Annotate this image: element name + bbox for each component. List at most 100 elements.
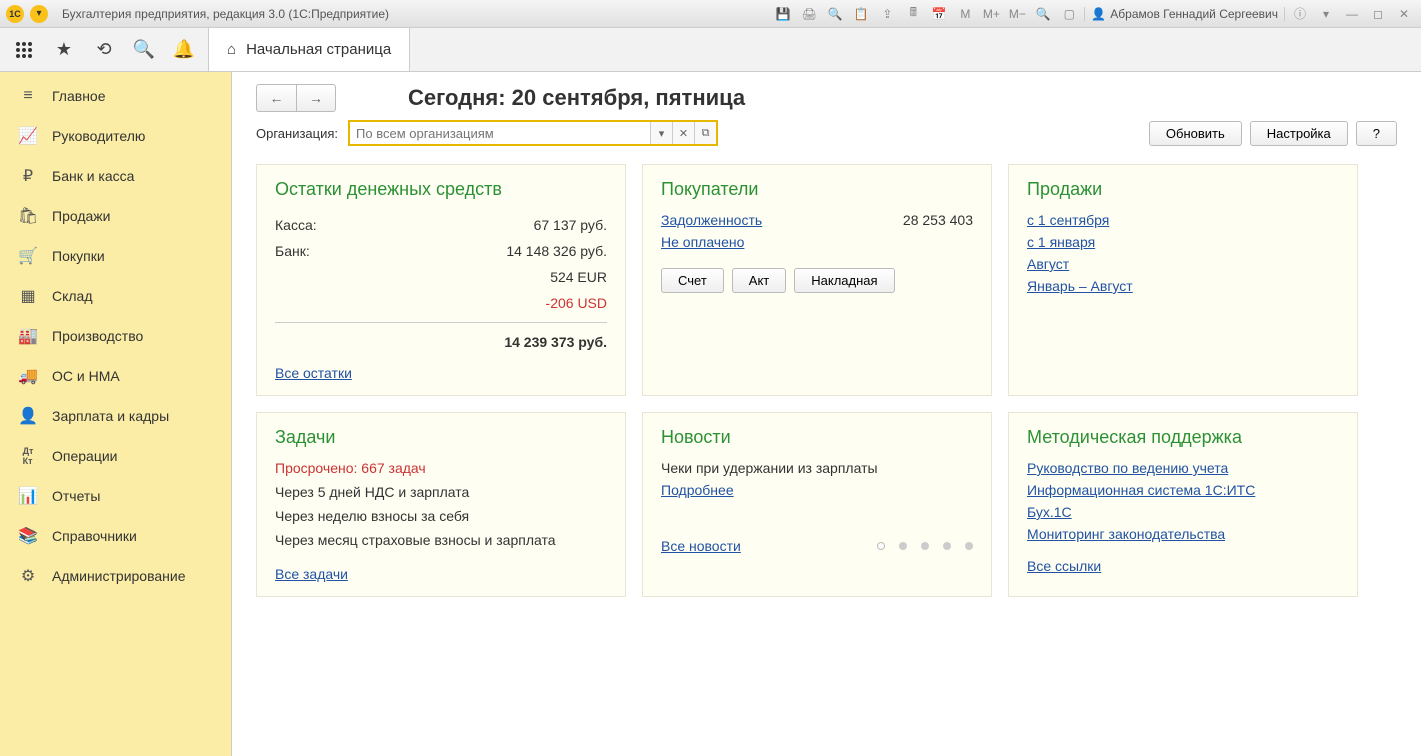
org-input[interactable]: [350, 122, 650, 144]
sidebar-item-warehouse[interactable]: ▦Склад: [0, 276, 231, 316]
user-name: Абрамов Геннадий Сергеевич: [1110, 7, 1278, 21]
divider: [275, 322, 607, 323]
info-icon[interactable]: ⓘ: [1289, 4, 1311, 24]
pager-dot[interactable]: [943, 542, 951, 550]
card-buyers: Покупатели Задолженность 28 253 403 Не о…: [642, 164, 992, 396]
all-support-link[interactable]: Все ссылки: [1027, 558, 1101, 574]
org-dropdown-button[interactable]: ▾: [650, 122, 672, 144]
minimize-icon[interactable]: —: [1341, 4, 1363, 24]
card-money: Остатки денежных средств Касса:67 137 ру…: [256, 164, 626, 396]
sidebar-item-label: Главное: [52, 88, 106, 104]
m-plus-icon[interactable]: M+: [980, 4, 1002, 24]
nav-forward-button[interactable]: →: [296, 84, 336, 112]
print-icon[interactable]: 🖨: [798, 4, 820, 24]
card-title: Новости: [661, 427, 973, 448]
apps-icon[interactable]: [12, 38, 36, 62]
menu-icon: ≡: [18, 86, 38, 106]
sidebar-item-catalogs[interactable]: 📚Справочники: [0, 516, 231, 556]
sidebar-item-reports[interactable]: 📊Отчеты: [0, 476, 231, 516]
tab-home[interactable]: ⌂ Начальная страница: [209, 28, 410, 71]
sales-link[interactable]: Август: [1027, 256, 1339, 272]
chart-up-icon: 📈: [18, 126, 38, 146]
sidebar-item-salary[interactable]: 👤Зарплата и кадры: [0, 396, 231, 436]
m-minus-icon[interactable]: M−: [1006, 4, 1028, 24]
org-open-button[interactable]: ⧉: [694, 122, 716, 144]
pager-dot[interactable]: [965, 542, 973, 550]
pager-dot[interactable]: [899, 542, 907, 550]
sidebar-item-assets[interactable]: 🚚ОС и НМА: [0, 356, 231, 396]
all-tasks-link[interactable]: Все задачи: [275, 566, 348, 582]
support-link[interactable]: Бух.1С: [1027, 504, 1339, 520]
pager-dot[interactable]: [877, 542, 885, 550]
unpaid-link[interactable]: Не оплачено: [661, 234, 744, 250]
invoice-button[interactable]: Счет: [661, 268, 724, 293]
history-icon[interactable]: ⟲: [92, 38, 116, 62]
cart-icon: 🛒: [18, 246, 38, 266]
notifications-icon[interactable]: 🔔: [172, 38, 196, 62]
sidebar: ≡ Главное 📈Руководителю ₽Банк и касса 🛍Пр…: [0, 72, 232, 756]
main-toolbar: ★ ⟲ 🔍 🔔 ⌂ Начальная страница: [0, 28, 1421, 72]
favorites-icon[interactable]: ★: [52, 38, 76, 62]
sidebar-item-purchases[interactable]: 🛒Покупки: [0, 236, 231, 276]
close-icon[interactable]: ✕: [1393, 4, 1415, 24]
preview-icon[interactable]: 🔍: [824, 4, 846, 24]
bank-value-1: 14 148 326 руб.: [506, 243, 607, 259]
sidebar-item-label: Продажи: [52, 208, 110, 224]
industry-icon: 🏭: [18, 326, 38, 346]
sales-link[interactable]: с 1 сентября: [1027, 212, 1339, 228]
card-title: Остатки денежных средств: [275, 179, 607, 200]
card-title: Задачи: [275, 427, 607, 448]
act-button[interactable]: Акт: [732, 268, 786, 293]
maximize-icon[interactable]: ◻: [1367, 4, 1389, 24]
nav-back-button[interactable]: ←: [256, 84, 296, 112]
all-balances-link[interactable]: Все остатки: [275, 365, 352, 381]
bars-icon: 📊: [18, 486, 38, 506]
tasks-late: Просрочено: 667 задач: [275, 460, 607, 476]
sales-link[interactable]: с 1 января: [1027, 234, 1339, 250]
more-icon[interactable]: ▾: [1315, 4, 1337, 24]
support-link[interactable]: Руководство по ведению учета: [1027, 460, 1339, 476]
calculator-icon[interactable]: 🖩: [902, 4, 924, 24]
all-news-link[interactable]: Все новости: [661, 538, 741, 554]
money-total: 14 239 373 руб.: [504, 334, 607, 350]
m-icon[interactable]: M: [954, 4, 976, 24]
refresh-button[interactable]: Обновить: [1149, 121, 1242, 146]
sidebar-item-sales[interactable]: 🛍Продажи: [0, 196, 231, 236]
debt-link[interactable]: Задолженность: [661, 212, 762, 228]
pager-dot[interactable]: [921, 542, 929, 550]
windows-icon[interactable]: ▢: [1058, 4, 1080, 24]
news-more-link[interactable]: Подробнее: [661, 482, 973, 498]
org-clear-button[interactable]: ✕: [672, 122, 694, 144]
truck-icon: 🚚: [18, 366, 38, 386]
support-link[interactable]: Информационная система 1С:ИТС: [1027, 482, 1339, 498]
clipboard-icon[interactable]: 📋: [850, 4, 872, 24]
task-line: Через неделю взносы за себя: [275, 508, 607, 524]
home-icon: ⌂: [227, 41, 236, 58]
search-icon[interactable]: 🔍: [132, 38, 156, 62]
boxes-icon: ▦: [18, 286, 38, 306]
user-menu[interactable]: 👤 Абрамов Геннадий Сергеевич: [1084, 7, 1285, 21]
card-title: Покупатели: [661, 179, 973, 200]
sidebar-item-main[interactable]: ≡ Главное: [0, 76, 231, 116]
sidebar-item-bank[interactable]: ₽Банк и касса: [0, 156, 231, 196]
task-line: Через месяц страховые взносы и зарплата: [275, 532, 607, 548]
export-icon[interactable]: ⇪: [876, 4, 898, 24]
sidebar-item-production[interactable]: 🏭Производство: [0, 316, 231, 356]
news-pager: [877, 542, 973, 550]
settings-button[interactable]: Настройка: [1250, 121, 1348, 146]
sales-link[interactable]: Январь – Август: [1027, 278, 1339, 294]
waybill-button[interactable]: Накладная: [794, 268, 894, 293]
zoom-icon[interactable]: 🔍: [1032, 4, 1054, 24]
sidebar-item-manager[interactable]: 📈Руководителю: [0, 116, 231, 156]
card-title: Методическая поддержка: [1027, 427, 1339, 448]
help-button[interactable]: ?: [1356, 121, 1397, 146]
app-menu-dropdown-icon[interactable]: ▾: [30, 5, 48, 23]
sidebar-item-operations[interactable]: ДтКтОперации: [0, 436, 231, 476]
support-link[interactable]: Мониторинг законодательства: [1027, 526, 1339, 542]
bank-value-3: -206 USD: [546, 295, 607, 311]
bank-label: Банк:: [275, 243, 310, 259]
sidebar-item-admin[interactable]: ⚙Администрирование: [0, 556, 231, 596]
task-line: Через 5 дней НДС и зарплата: [275, 484, 607, 500]
calendar-icon[interactable]: 📅: [928, 4, 950, 24]
save-icon[interactable]: 💾: [772, 4, 794, 24]
